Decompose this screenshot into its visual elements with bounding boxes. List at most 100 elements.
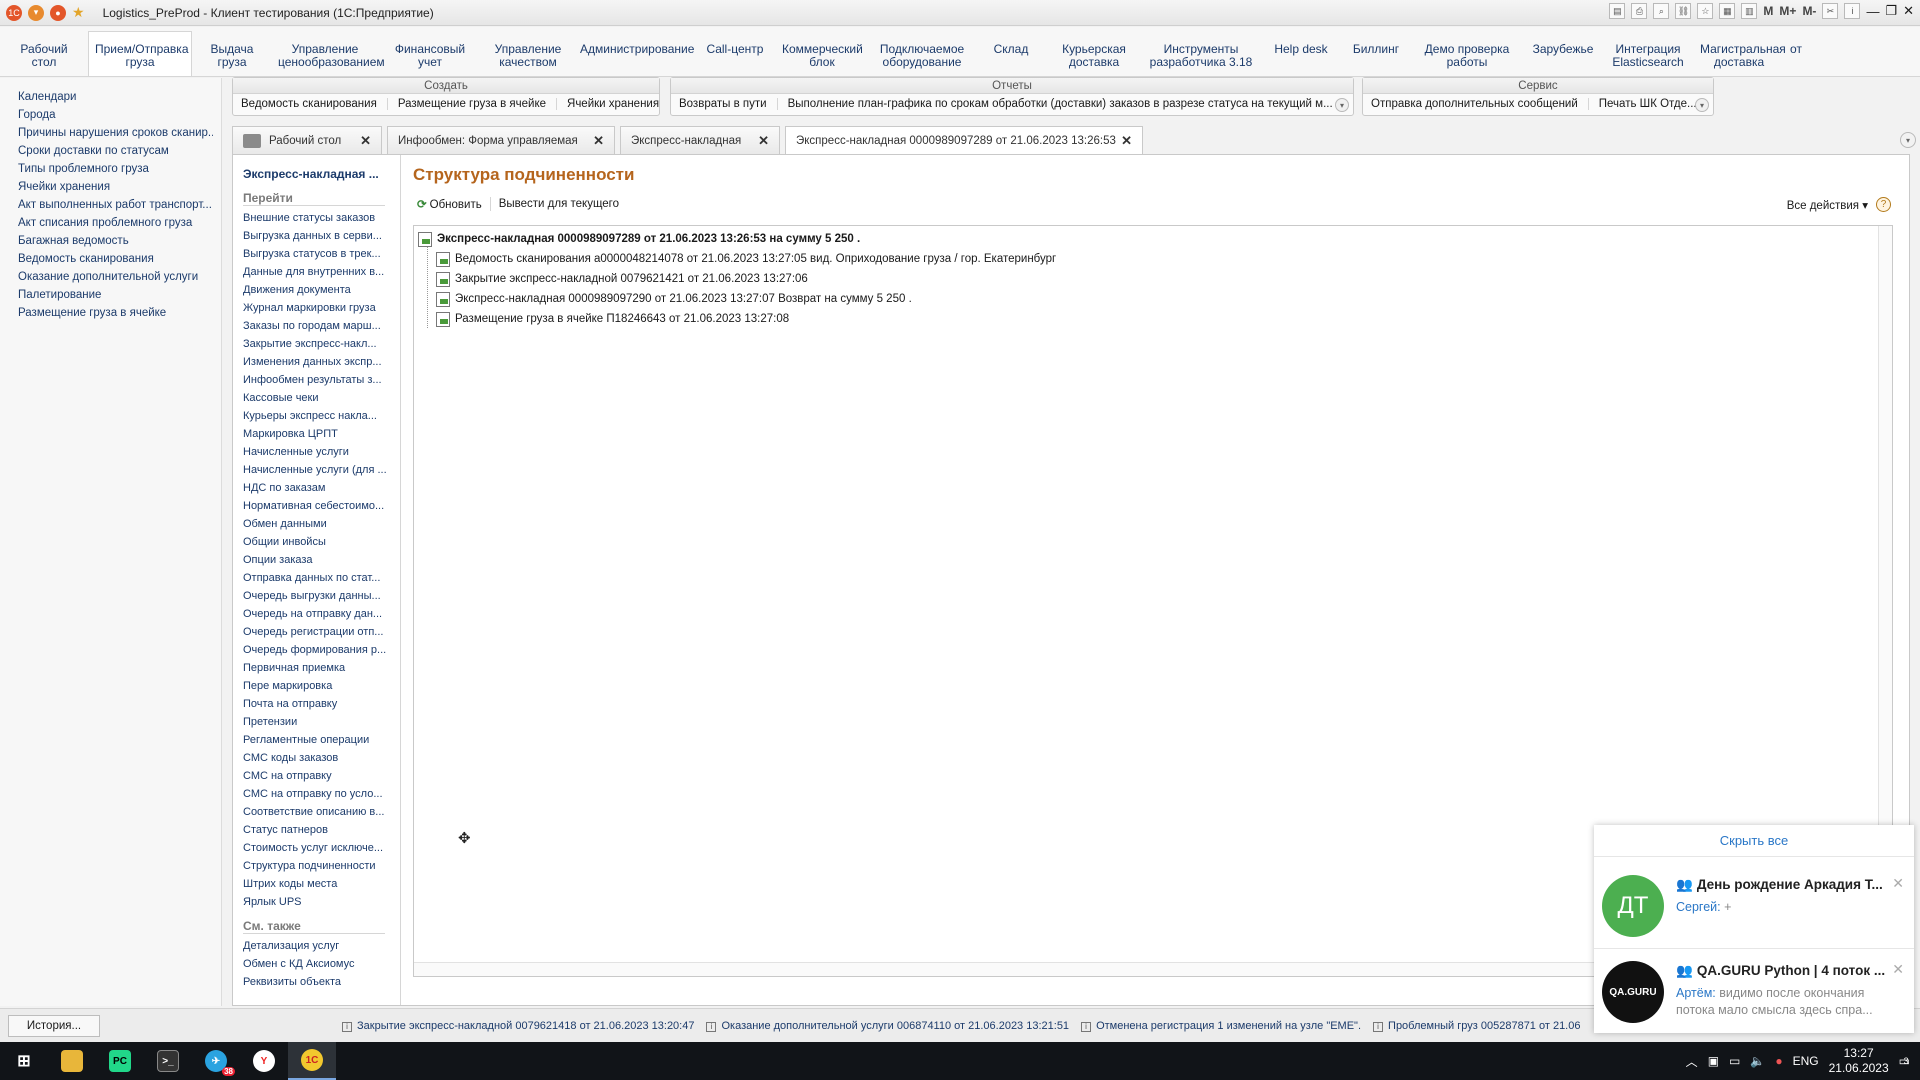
chevron-down-icon[interactable]: ▾ [28,4,44,21]
close-icon[interactable]: ✕ [360,133,371,149]
goto-link[interactable]: Опции заказа [243,551,388,569]
goto-link[interactable]: Соответствие описанию в... [243,803,388,821]
star-icon[interactable]: ★ [72,4,85,21]
volume-icon[interactable]: 🔈 [1750,1054,1765,1068]
goto-link[interactable]: Инфообмен результаты з... [243,371,388,389]
section-item[interactable]: Демо проверка работы [1410,27,1524,76]
memory-m-icon[interactable]: M [1763,4,1773,18]
status-note[interactable]: i Оказание дополнительной услуги 00687411… [706,1020,1069,1032]
section-item[interactable]: Управление качеством [482,27,574,76]
section-item[interactable]: Инструменты разработчика 3.18 [1142,27,1260,76]
goto-link[interactable]: Закрытие экспресс-накл... [243,335,388,353]
goto-link[interactable]: Нормативная себестоимо... [243,497,388,515]
goto-link[interactable]: Выгрузка данных в серви... [243,227,388,245]
status-note[interactable]: i Отменена регистрация 1 изменений на узл… [1081,1020,1361,1032]
taskbar-terminal[interactable]: >_ [144,1042,192,1080]
network-icon[interactable]: ▣ [1708,1054,1719,1068]
section-item[interactable]: Управление ценообразованием [272,27,385,76]
section-item[interactable]: Финансовый учет [378,27,482,76]
tree-row[interactable]: Ведомость сканирования а0000048214078 от… [436,249,1056,269]
section-item[interactable]: Магистральная доставка [1694,27,1786,76]
all-actions-button[interactable]: Все действия ▾ [1787,198,1868,212]
memory-m-minus-icon[interactable]: M- [1802,4,1816,18]
link-icon[interactable]: ⛓ [1675,3,1692,19]
section-item[interactable]: Коммерческий блок [776,27,868,76]
tab-infoexchange[interactable]: Инфообмен: Форма управляемая ✕ [387,126,615,154]
goto-link[interactable]: Данные для внутренних в... [243,263,388,281]
history-icon[interactable]: ● [50,4,66,21]
goto-link[interactable]: Почта на отправку [243,695,388,713]
service-print-barcode-link[interactable]: Печать ШК Отде... [1599,98,1707,110]
section-item[interactable]: от [1784,27,1808,76]
leftnav-item[interactable]: Палетирование [18,286,213,304]
goto-link[interactable]: Претензии [243,713,388,731]
app-menu-icon[interactable]: 1С [6,4,22,21]
close-icon[interactable]: ✕ [593,133,604,149]
info-icon[interactable]: i [1844,3,1861,19]
tools-icon[interactable]: ✂ [1822,3,1839,19]
tree-root-row[interactable]: Экспресс-накладная 0000989097289 от 21.0… [418,229,860,249]
goto-link[interactable]: Журнал маркировки груза [243,299,388,317]
save-icon[interactable]: ▤ [1609,3,1626,19]
notification-item[interactable]: ДТ 👥 День рождение Аркадия Т... Сергей: +… [1594,865,1914,949]
leftnav-item[interactable]: Размещение груза в ячейке [18,304,213,322]
report-schedule-link[interactable]: Выполнение план-графика по срокам обрабо… [788,98,1343,110]
service-send-messages-link[interactable]: Отправка дополнительных сообщений [1371,98,1589,110]
section-item[interactable]: Рабочий стол [0,27,88,76]
section-item[interactable]: Администрирование [574,27,694,76]
close-icon[interactable]: ✕ [1892,875,1904,892]
goto-link[interactable]: Заказы по городам марш... [243,317,388,335]
goto-link[interactable]: Очередь выгрузки данны... [243,587,388,605]
tab-desktop[interactable]: Рабочий стол ✕ [232,126,382,154]
goto-link[interactable]: Движения документа [243,281,388,299]
goto-link[interactable]: Общии инвойсы [243,533,388,551]
goto-link[interactable]: Изменения данных экспр... [243,353,388,371]
leftnav-item[interactable]: Сроки доставки по статусам [18,142,213,160]
section-item[interactable]: Подключаемое оборудование [868,27,976,76]
notification-item[interactable]: QA.GURU 👥 QA.GURU Python | 4 поток ... Ар… [1594,951,1914,1035]
notification-center-icon[interactable]: ▭ 3 [1899,1054,1910,1068]
section-item[interactable]: Прием/Отправка груза [88,31,192,76]
preview-icon[interactable]: ⌕ [1653,3,1670,19]
tree-row[interactable]: Закрытие экспресс-накладной 0079621421 о… [436,269,808,289]
favorite-icon[interactable]: ☆ [1697,3,1714,19]
goto-link[interactable]: Кассовые чеки [243,389,388,407]
section-item[interactable]: Биллинг [1342,27,1410,76]
goto-link[interactable]: Курьеры экспресс накла... [243,407,388,425]
goto-link[interactable]: Очередь на отправку дан... [243,605,388,623]
chevron-up-icon[interactable]: ︿ [1686,1053,1698,1070]
goto-link[interactable]: Маркировка ЦРПТ [243,425,388,443]
seealso-link[interactable]: Детализация услуг [243,937,388,955]
goto-link[interactable]: СМС на отправку [243,767,388,785]
section-item[interactable]: Зарубежье [1524,27,1602,76]
minimize-icon[interactable]: — [1866,4,1879,19]
goto-link[interactable]: Начисленные услуги (для ... [243,461,388,479]
tab-express-waybill-current[interactable]: Экспресс-накладная 0000989097289 от 21.0… [785,126,1143,155]
display-icon[interactable]: ▭ [1729,1054,1740,1068]
start-button[interactable]: ⊞ [0,1042,48,1080]
goto-link[interactable]: СМС на отправку по усло... [243,785,388,803]
leftnav-item[interactable]: Типы проблемного груза [18,160,213,178]
status-note[interactable]: i Проблемный груз 005287871 от 21.06 [1373,1020,1580,1032]
taskbar-explorer[interactable] [48,1042,96,1080]
create-scan-sheet-link[interactable]: Ведомость сканирования [241,98,388,110]
goto-link[interactable]: Обмен данными [243,515,388,533]
language-indicator[interactable]: ENG [1793,1054,1819,1068]
hide-all-button[interactable]: Скрыть все [1594,825,1914,857]
tree-row[interactable]: Экспресс-накладная 0000989097290 от 21.0… [436,289,912,309]
section-item[interactable]: Курьерская доставка [1046,27,1142,76]
tab-express-waybill[interactable]: Экспресс-накладная ✕ [620,126,780,154]
section-item[interactable]: Выдача груза [192,27,272,76]
taskbar-yandex[interactable]: Y [240,1042,288,1080]
seealso-link[interactable]: Реквизиты объекта [243,973,388,991]
tabs-menu-icon[interactable]: ▾ [1900,132,1916,148]
report-returns-link[interactable]: Возвраты в пути [679,98,778,110]
section-item[interactable]: Help desk [1260,27,1342,76]
show-current-button[interactable]: Вывести для текущего [499,198,619,210]
close-icon[interactable]: ✕ [758,133,769,149]
close-icon[interactable]: ✕ [1892,961,1904,978]
seealso-link[interactable]: Обмен с КД Аксиомус [243,955,388,973]
goto-link[interactable]: СМС коды заказов [243,749,388,767]
goto-link[interactable]: Начисленные услуги [243,443,388,461]
goto-link[interactable]: Первичная приемка [243,659,388,677]
